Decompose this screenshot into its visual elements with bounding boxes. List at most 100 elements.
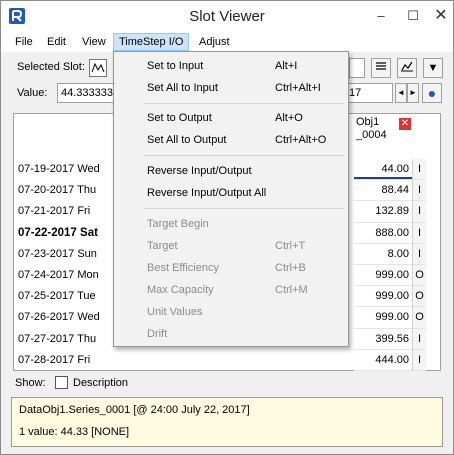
menu-item-shortcut: Alt+I [275,60,298,72]
value-cell[interactable]: 999.00 [354,265,412,287]
close-button[interactable]: ✕ [421,1,454,31]
value-column: 44.00 88.44 132.89 888.00 8.00 999.00 99… [354,159,412,371]
next-timestep-button[interactable]: ► [407,83,419,103]
plot-icon[interactable] [397,58,417,78]
row-date[interactable]: 07-19-2017 Wed [14,159,114,180]
io-flag: O [413,307,426,329]
menu-item-label: Reverse Input/Output All [147,187,267,199]
description-label[interactable]: Description [73,373,128,393]
menu-item-shortcut: Ctrl+T [275,240,306,252]
menu-file[interactable]: File [10,33,38,51]
menu-bar: File Edit View TimeStep I/O Adjust [1,31,453,52]
value-label: Value: [17,87,48,99]
menu-view[interactable]: View [77,33,111,51]
row-date[interactable]: 07-25-2017 Tue [14,286,114,307]
row-date[interactable]: 07-26-2017 Wed [14,307,114,328]
menu-item-best-efficiency: Best Efficiency Ctrl+B [147,258,347,278]
prev-timestep-button[interactable]: ◄ [395,83,407,103]
io-flag-column: I I I I I O O O I I [412,159,426,371]
value-cell[interactable]: 399.56 [354,329,412,350]
menu-separator [144,103,344,104]
description-checkbox[interactable] [55,376,68,389]
menu-item-shortcut: Ctrl+B [275,262,306,274]
io-flag: I [413,201,426,223]
menu-timestep-io[interactable]: TimeStep I/O [113,33,190,51]
menu-item-max-capacity: Max Capacity Ctrl+M [147,280,347,300]
value-cell[interactable]: 8.00 [354,244,412,265]
menu-item-label: Set All to Output [147,134,227,146]
menu-separator [144,208,344,209]
info-panel: DataObj1.Series_0001 [@ 24:00 July 22, 2… [11,397,443,447]
value-cell[interactable]: 88.44 [354,180,412,202]
menu-item-shortcut: Ctrl+M [275,284,308,296]
io-flag: O [413,286,426,308]
selected-slot-label: Selected Slot: [17,61,85,73]
value-cell[interactable]: 999.00 [354,286,412,308]
slot-graph-icon[interactable] [89,59,107,77]
column-header[interactable]: Obj1 _0004 [356,116,387,142]
menu-item-label: Target Begin [147,218,209,230]
timestep-io-menu: Set to Input Alt+I Set All to Input Ctrl… [113,51,349,347]
menu-item-label: Best Efficiency [147,262,219,274]
column-header-line2: _0004 [356,129,387,141]
row-date[interactable]: 07-24-2017 Mon [14,265,114,286]
menu-item-label: Max Capacity [147,284,214,296]
menu-item-shortcut: Alt+O [275,112,303,124]
show-row: Show: Description [15,373,128,393]
io-flag: O [413,265,426,287]
menu-item-reverse-io[interactable]: Reverse Input/Output [147,161,347,181]
menu-item-shortcut: Ctrl+Alt+I [275,82,321,94]
io-flag: I [413,180,426,202]
value-cell[interactable]: 999.00 [354,307,412,329]
menu-item-label: Set All to Input [147,82,218,94]
menu-item-unit-values: Unit Values [147,302,347,322]
menu-item-reverse-io-all[interactable]: Reverse Input/Output All [147,183,347,203]
io-flag: I [413,223,426,244]
slot-viewer-window: Slot Viewer – ☐ ✕ File Edit View TimeSte… [0,0,454,455]
io-flag: I [413,350,426,371]
info-line-slot: DataObj1.Series_0001 [@ 24:00 July 22, 2… [19,404,250,416]
list-icon[interactable] [371,58,391,78]
dropdown-arrow-button[interactable]: ▼ [423,58,443,78]
menu-item-drift: Drift [147,324,347,344]
menu-item-set-all-to-input[interactable]: Set All to Input Ctrl+Alt+I [147,78,347,98]
value-cell[interactable]: 444.00 [354,350,412,371]
menu-item-set-all-to-output[interactable]: Set All to Output Ctrl+Alt+O [147,130,347,150]
row-date[interactable]: 07-23-2017 Sun [14,244,114,265]
menu-item-label: Target [147,240,178,252]
row-date[interactable]: 07-21-2017 Fri [14,201,114,222]
menu-edit[interactable]: Edit [42,33,71,51]
column-header-line1: Obj1 [356,116,380,128]
menu-item-label: Drift [147,328,168,340]
date-column: 07-19-2017 Wed 07-20-2017 Thu 07-21-2017… [14,159,114,371]
menu-item-label: Set to Output [147,112,212,124]
row-date[interactable]: 07-20-2017 Thu [14,180,114,201]
row-date-current[interactable]: 07-22-2017 Sat [14,223,114,244]
title-bar[interactable]: Slot Viewer – ☐ ✕ [1,1,453,31]
date-field[interactable]: 17 [345,83,393,103]
menu-item-target-begin: Target Begin [147,214,347,234]
globe-icon[interactable]: ● [422,83,442,103]
menu-item-shortcut: Ctrl+Alt+O [275,134,327,146]
menu-adjust[interactable]: Adjust [194,33,235,51]
row-date[interactable]: 07-27-2017 Thu [14,329,114,350]
slot-name-field[interactable] [349,58,365,78]
io-flag: I [413,159,426,181]
value-cell[interactable]: 888.00 [354,223,412,244]
menu-separator [144,155,344,156]
value-cell[interactable]: 132.89 [354,201,412,223]
show-label: Show: [15,377,46,389]
io-flag: I [413,329,426,350]
row-date[interactable]: 07-28-2017 Fri [14,350,114,371]
info-line-value: 1 value: 44.33 [NONE] [19,426,130,438]
menu-item-target: Target Ctrl+T [147,236,347,256]
io-flag: I [413,244,426,265]
menu-item-label: Unit Values [147,306,203,318]
value-cell[interactable]: 44.00 [354,159,412,181]
menu-item-set-to-output[interactable]: Set to Output Alt+O [147,108,347,128]
menu-item-label: Set to Input [147,60,204,72]
value-input[interactable]: 44.333333 [57,83,117,103]
menu-item-set-to-input[interactable]: Set to Input Alt+I [147,56,347,76]
close-column-icon[interactable]: ✕ [399,118,411,130]
menu-item-label: Reverse Input/Output [147,165,252,177]
